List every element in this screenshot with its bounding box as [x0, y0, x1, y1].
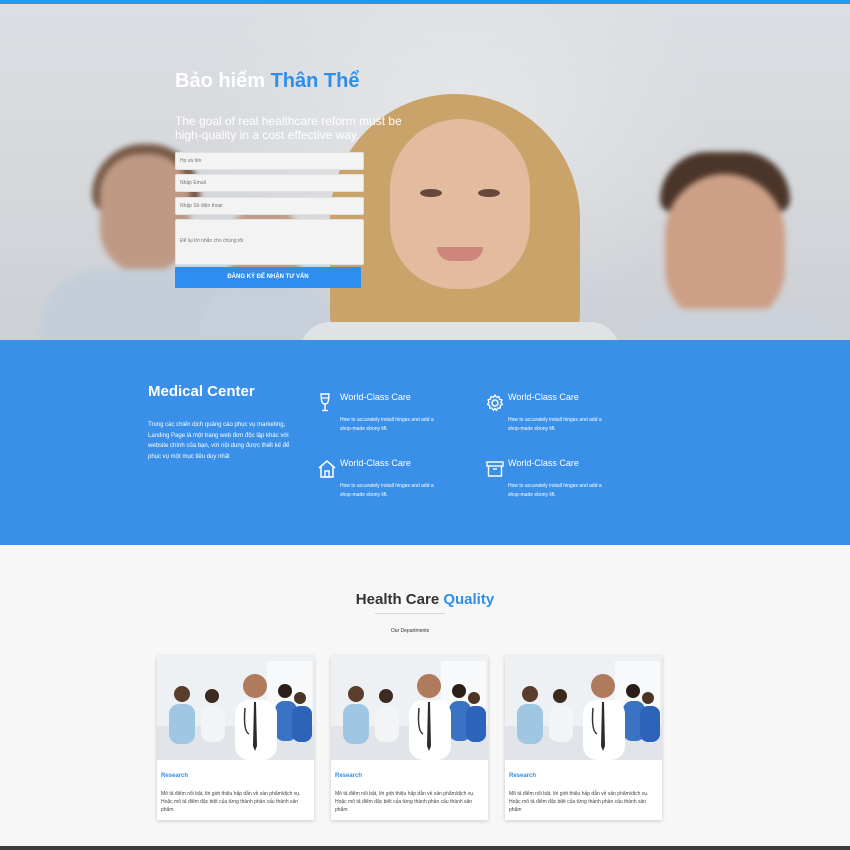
- gear-icon: [486, 394, 504, 412]
- feature-title: World-Class Care: [508, 458, 579, 468]
- register-consultation-button[interactable]: ĐĂNG KÝ ĐỂ NHẬN TƯ VẤN: [175, 267, 361, 288]
- card-description: Mô tả điểm nổi bật, lời giới thiệu hấp d…: [161, 791, 301, 813]
- email-input[interactable]: [175, 174, 364, 192]
- doctors-team-image: [505, 656, 662, 760]
- health-care-title-accent: Quality: [443, 591, 495, 608]
- card-title: Research: [161, 773, 189, 779]
- departments-subtitle: Our Departments: [390, 628, 430, 634]
- doctors-team-image: [157, 656, 314, 760]
- health-care-title: Health Care Quality: [355, 591, 495, 608]
- card-description: Mô tả điểm nổi bật, lời giới thiệu hấp d…: [335, 791, 475, 813]
- medical-center-title: Medical Center: [148, 383, 255, 400]
- feature-description: How to accurately install hinges and add…: [508, 483, 602, 498]
- hero-title: Bảo hiểm Thân Thể: [175, 70, 360, 92]
- department-card[interactable]: Research Mô tả điểm nổi bật, lời giới th…: [331, 656, 488, 820]
- archive-box-icon: [486, 461, 504, 477]
- medical-center-description: Trong các chiến dịch quảng cáo phục vụ m…: [148, 422, 290, 460]
- name-input[interactable]: [175, 152, 364, 170]
- wine-glass-icon: [320, 393, 330, 412]
- hero-section: Bảo hiểm Thân Thể The goal of real healt…: [0, 4, 850, 340]
- doctors-team-image: [331, 656, 488, 760]
- feature-title: World-Class Care: [340, 392, 411, 402]
- home-icon: [318, 460, 336, 478]
- hero-subtitle: The goal of real healthcare reform must …: [175, 114, 402, 142]
- department-card[interactable]: Research Mô tả điểm nổi bật, lời giới th…: [157, 656, 314, 820]
- feature-title: World-Class Care: [508, 392, 579, 402]
- feature-description: How to accurately install hinges and add…: [340, 417, 434, 432]
- message-textarea[interactable]: [175, 219, 364, 265]
- card-description: Mô tả điểm nổi bật, lời giới thiệu hấp d…: [509, 791, 649, 813]
- medical-center-section: Medical Center Trong các chiến dịch quản…: [0, 340, 850, 545]
- feature-description: How to accurately install hinges and add…: [340, 483, 434, 498]
- department-card[interactable]: Research Mô tả điểm nổi bật, lời giới th…: [505, 656, 662, 820]
- feature-title: World-Class Care: [340, 458, 411, 468]
- phone-input[interactable]: [175, 197, 364, 215]
- section-divider: [375, 613, 445, 614]
- footer-edge: [0, 846, 850, 850]
- card-title: Research: [335, 773, 363, 779]
- feature-description: How to accurately install hinges and add…: [508, 417, 602, 432]
- hero-title-accent: Thân Thể: [270, 70, 360, 92]
- card-title: Research: [509, 773, 537, 779]
